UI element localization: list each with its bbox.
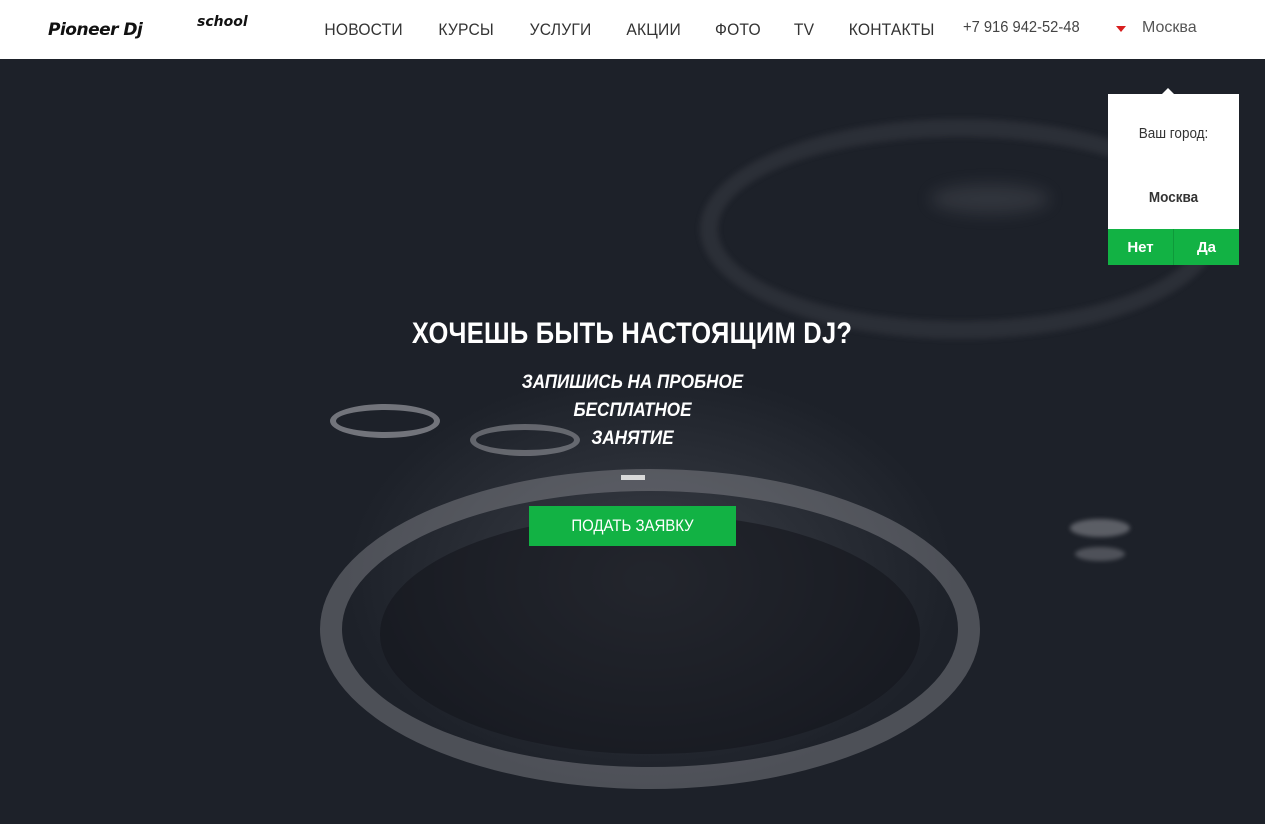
nav-item-photo[interactable]: ФОТО: [701, 20, 774, 40]
city-no-button[interactable]: Нет: [1108, 229, 1173, 265]
submit-application-button[interactable]: ПОДАТЬ ЗАЯВКУ: [529, 506, 736, 546]
city-popup-city: Москва: [1148, 189, 1199, 206]
hero-subtitle: ЗАПИШИСЬ НА ПРОБНОЕ БЕСПЛАТНОЕ ЗАНЯТИЕ: [0, 369, 1265, 453]
nav-item-services[interactable]: УСЛУГИ: [515, 20, 604, 40]
phone-number[interactable]: +7 916 942-52-48: [963, 19, 1080, 37]
logo-brand: Pioneer Dj: [48, 20, 143, 40]
hero-subtitle-line: ЗАПИШИСЬ НА ПРОБНОЕ: [521, 372, 744, 393]
hero-subtitle-line: ЗАНЯТИЕ: [591, 428, 674, 449]
city-selector[interactable]: Москва: [1116, 19, 1197, 37]
nav-item-news[interactable]: НОВОСТИ: [311, 20, 417, 40]
city-popup-label: Ваш город:: [1138, 125, 1209, 142]
nav-item-contacts[interactable]: КОНТАКТЫ: [835, 20, 948, 40]
hero-subtitle-line: БЕСПЛАТНОЕ: [573, 400, 692, 421]
hero-bg-decor: [930, 184, 1050, 214]
hero-divider: [620, 475, 645, 480]
site-header: Pioneer Dj school НОВОСТИ КУРСЫ УСЛУГИ А…: [0, 0, 1265, 59]
nav-item-tv[interactable]: TV: [780, 20, 828, 40]
nav-item-promotions[interactable]: АКЦИИ: [612, 20, 694, 40]
hero-title: ХОЧЕШЬ БЫТЬ НАСТОЯЩИМ DJ?: [412, 317, 853, 350]
nav-item-courses[interactable]: КУРСЫ: [425, 20, 508, 40]
pioneer-dj-school-logo[interactable]: Pioneer Dj school: [48, 14, 258, 44]
hero-content: ХОЧЕШЬ БЫТЬ НАСТОЯЩИМ DJ? ЗАПИШИСЬ НА ПР…: [0, 317, 1265, 546]
city-selector-label: Москва: [1142, 19, 1197, 36]
city-confirm-popup: Ваш город: Москва Нет Да: [1108, 88, 1239, 265]
hero-bg-decor: [380, 514, 920, 754]
logo-sub: school: [197, 14, 248, 30]
hero-bg-decor: [1075, 547, 1125, 561]
hero-section: ХОЧЕШЬ БЫТЬ НАСТОЯЩИМ DJ? ЗАПИШИСЬ НА ПР…: [0, 59, 1265, 824]
city-popup-buttons: Нет Да: [1108, 229, 1239, 265]
submit-application-label: ПОДАТЬ ЗАЯВКУ: [571, 516, 694, 535]
caret-down-icon: [1116, 26, 1126, 32]
main-nav: НОВОСТИ КУРСЫ УСЛУГИ АКЦИИ ФОТО TV КОНТА…: [306, 0, 953, 59]
city-yes-button[interactable]: Да: [1173, 229, 1239, 265]
